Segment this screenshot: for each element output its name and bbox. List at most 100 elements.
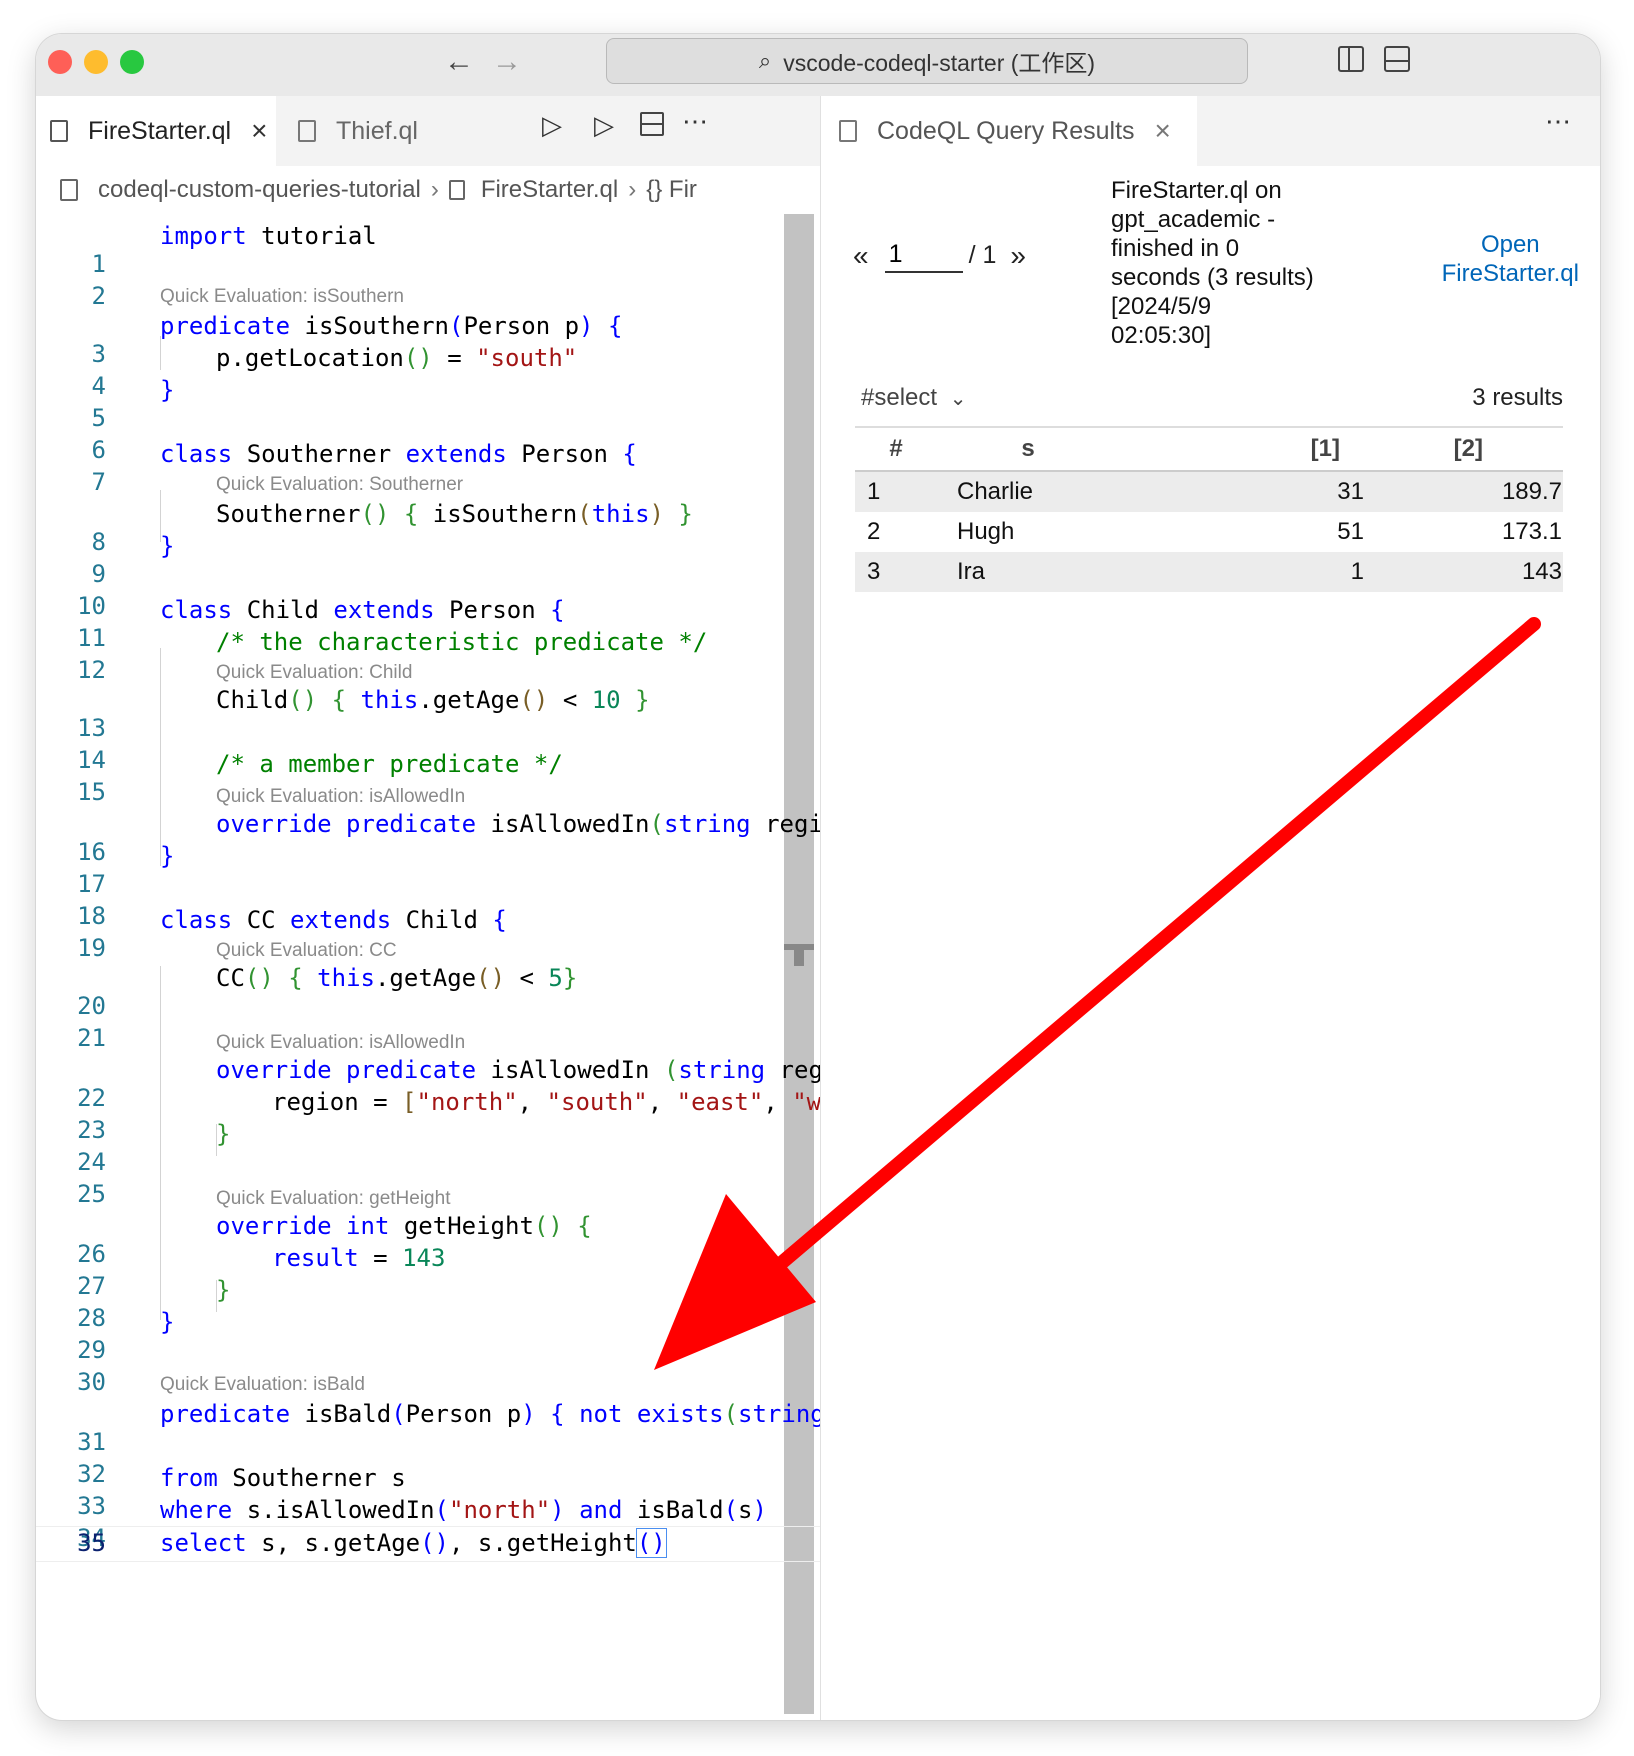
cell-height: 189.7: [1380, 471, 1563, 512]
cell-s[interactable]: Charlie: [937, 471, 1119, 512]
code-token: "south": [476, 344, 578, 372]
code-token: (: [649, 810, 664, 838]
back-arrow-icon[interactable]: ←: [444, 46, 474, 78]
code-token: }: [620, 686, 650, 714]
column-header[interactable]: s: [937, 426, 1119, 472]
code-token: }: [160, 376, 175, 404]
code-token: int: [346, 1212, 390, 1240]
run-query-icon[interactable]: ▷: [542, 110, 562, 141]
page-input[interactable]: [884, 238, 963, 273]
info-line: 02:05:30]: [1111, 322, 1212, 349]
code-token: (): [360, 500, 390, 528]
more-actions-icon[interactable]: ⋯: [682, 106, 708, 137]
toggle-panel-icon[interactable]: [1384, 46, 1410, 72]
code-token: predicate: [160, 312, 291, 340]
code-token: (: [449, 312, 464, 340]
split-editor-icon[interactable]: [640, 112, 664, 136]
forward-arrow-icon[interactable]: →: [492, 46, 522, 78]
line-number: 12: [77, 656, 106, 684]
link-line[interactable]: Open: [1442, 230, 1579, 259]
search-icon: ⌕: [758, 48, 772, 73]
code-token: .getAge: [418, 686, 520, 714]
line-number: 21: [77, 1024, 106, 1052]
table-row[interactable]: 3 Ira 1 143: [855, 552, 1563, 592]
code-token: Person: [434, 596, 551, 624]
code-token: {: [562, 1212, 592, 1240]
code-token: class: [160, 440, 233, 468]
info-line: [2024/5/9: [1111, 293, 1212, 320]
window-title: vscode-codeql-starter (工作区): [783, 50, 1096, 76]
code-token: {: [535, 1400, 580, 1428]
close-window-button[interactable]: [48, 50, 72, 74]
tab-firestarter[interactable]: FireStarter.ql ×: [36, 96, 276, 166]
run-local-icon[interactable]: ▷: [594, 110, 614, 141]
code-token: result: [272, 1244, 359, 1272]
code-token: [: [402, 1088, 417, 1116]
code-token: Person p: [463, 312, 580, 340]
open-query-link[interactable]: Open FireStarter.ql: [1442, 230, 1579, 288]
code-token: Southerner s: [217, 1464, 406, 1492]
link-line[interactable]: FireStarter.ql: [1442, 259, 1579, 288]
code-token: isSouthern: [432, 500, 578, 528]
close-icon[interactable]: ×: [1155, 115, 1171, 147]
more-actions-icon[interactable]: ⋯: [1545, 106, 1571, 137]
command-center-search[interactable]: ⌕ vscode-codeql-starter (工作区): [606, 38, 1248, 84]
code-token: }: [562, 964, 578, 992]
cell-s[interactable]: Ira: [937, 552, 1119, 592]
code-token: isAllowedIn: [476, 1056, 664, 1084]
code-token: not: [579, 1400, 623, 1428]
code-token: /* the characteristic predicate */: [216, 628, 708, 656]
title-bar: ← → ⌕ vscode-codeql-starter (工作区): [36, 34, 1600, 96]
code-token: string: [663, 810, 751, 838]
minimize-window-button[interactable]: [84, 50, 108, 74]
code-token: {: [492, 906, 507, 934]
breadcrumb-file[interactable]: FireStarter.ql: [481, 176, 618, 204]
cell-s[interactable]: Hugh: [937, 512, 1119, 552]
result-count: 3 results: [1472, 384, 1563, 411]
breadcrumb-folder[interactable]: codeql-custom-queries-tutorial: [98, 176, 421, 204]
code-token: (: [663, 1056, 679, 1084]
tab-thief[interactable]: Thief.ql: [298, 96, 488, 166]
column-header[interactable]: [1]: [1119, 426, 1380, 472]
tab-label: CodeQL Query Results: [877, 116, 1135, 145]
info-line: seconds (3 results): [1111, 264, 1314, 291]
code-token: class: [160, 906, 233, 934]
code-token: override: [216, 810, 332, 838]
breadcrumb-symbol[interactable]: {} Fir: [646, 176, 697, 204]
file-icon: [50, 120, 68, 142]
toggle-sidebar-icon[interactable]: [1338, 46, 1364, 72]
code-token: from: [160, 1464, 218, 1492]
code-token: Person: [506, 440, 623, 468]
column-header[interactable]: [2]: [1380, 426, 1563, 472]
code-line-current: 35 select s, s.getAge(), s.getHeight(): [36, 1526, 820, 1562]
code-token: 10: [591, 686, 621, 714]
table-header-row: # s [1] [2]: [855, 426, 1563, 472]
row-index: 2: [867, 518, 881, 545]
line-number: 15: [77, 778, 106, 806]
next-page-button[interactable]: »: [1010, 240, 1026, 272]
table-row[interactable]: 1 Charlie 31 189.7: [855, 471, 1563, 512]
table-row[interactable]: 2 Hugh 51 173.1: [855, 512, 1563, 552]
code-token: (): [476, 964, 506, 992]
code-editor[interactable]: Quick Evaluation: isSouthern Quick Evalu…: [36, 214, 820, 1720]
cell-height: 173.1: [1501, 518, 1562, 545]
tab-query-results[interactable]: CodeQL Query Results ×: [821, 96, 1197, 166]
code-token: <: [505, 964, 549, 992]
column-header[interactable]: #: [855, 426, 937, 472]
result-set-select[interactable]: #select ⌄: [861, 384, 966, 411]
code-token: ,: [517, 1088, 547, 1116]
editor-tab-bar: FireStarter.ql × Thief.ql ▷ ▷ ⋯: [36, 96, 820, 166]
line-number: 35: [77, 1529, 106, 1557]
code-token: {: [622, 440, 637, 468]
prev-page-button[interactable]: «: [853, 240, 869, 272]
zoom-window-button[interactable]: [120, 50, 144, 74]
code-token: {: [273, 964, 318, 992]
code-token: extends: [405, 440, 507, 468]
pagination: « / 1 »: [853, 238, 1026, 273]
results-table: # s [1] [2] 1 Charlie 31 189.7 2 Hugh 51: [855, 426, 1563, 592]
query-results-panel: « / 1 » FireStarter.ql on gpt_academic -…: [820, 166, 1600, 1720]
code-token: /* a member predicate */: [216, 750, 563, 778]
close-icon[interactable]: ×: [251, 115, 267, 147]
code-token: select: [160, 1529, 247, 1557]
